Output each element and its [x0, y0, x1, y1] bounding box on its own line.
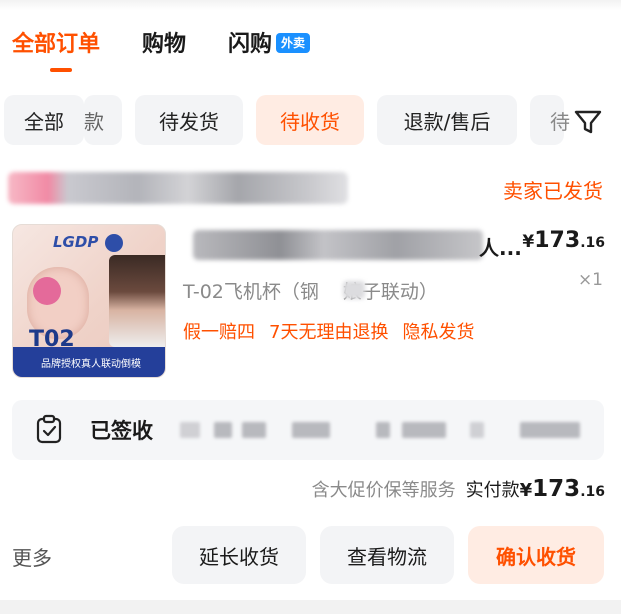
view-logistics-button[interactable]: 查看物流	[320, 526, 454, 584]
service-tags: 假一赔四 7天无理由退换 隐私发货	[183, 318, 488, 344]
tab-flash-buy[interactable]: 闪购 外卖	[228, 30, 311, 60]
spec-blur-mask	[343, 281, 365, 299]
bottom-divider	[0, 600, 621, 614]
clipboard-check-icon	[36, 414, 62, 444]
takeout-badge: 外卖	[276, 33, 311, 53]
more-button[interactable]: 更多	[12, 542, 52, 571]
funnel-icon[interactable]	[573, 107, 603, 137]
product-title-blurred[interactable]	[193, 230, 483, 260]
thumbnail-brand: LGDP	[53, 233, 99, 251]
thumbnail-strip-text: 品牌授权真人联动倒模	[41, 359, 141, 370]
product-spec: T-02飞机杯（钢 娘子联动）	[183, 277, 438, 304]
extend-receipt-button[interactable]: 延长收货	[172, 526, 306, 584]
brand-logo-icon	[105, 234, 123, 252]
main-tabs: 全部订单 购物 闪购 外卖	[12, 30, 352, 74]
top-fade	[0, 0, 621, 10]
product-label-icon	[33, 277, 61, 305]
paid-currency: ¥	[519, 480, 533, 501]
chip-partial-left[interactable]: 款	[84, 95, 122, 145]
product-thumbnail[interactable]: LGDP T02 品牌授权真人联动倒模	[12, 224, 166, 378]
logistics-bar[interactable]: 已签收	[12, 400, 604, 460]
paid-decimal: .16	[580, 484, 605, 500]
confirm-receipt-button[interactable]: 确认收货	[468, 526, 604, 584]
paid-label: 实付款	[465, 480, 520, 501]
order-totals: 含大促价保等服务 实付款 ¥173.16	[312, 476, 605, 502]
chip-all[interactable]: 全部	[4, 95, 84, 145]
chip-refund-aftersale[interactable]: 退款/售后	[377, 95, 517, 145]
chip-awaiting-shipment[interactable]: 待发货	[135, 95, 243, 145]
service-tag-7day-return: 7天无理由退换	[269, 322, 389, 343]
portrait-image	[109, 255, 165, 347]
product-price: ¥173.16	[522, 228, 605, 253]
shop-name-blurred[interactable]	[8, 172, 348, 204]
chip-partial-right[interactable]: 待	[530, 95, 570, 145]
chip-awaiting-receipt[interactable]: 待收货	[256, 95, 364, 145]
price-currency: ¥	[522, 232, 535, 252]
service-tag-fake-compensation: 假一赔四	[183, 322, 255, 343]
service-tag-private-shipping: 隐私发货	[402, 322, 475, 343]
logistics-status: 已签收	[90, 419, 153, 443]
product-quantity: ×1	[577, 270, 603, 290]
price-integer: 173	[534, 228, 581, 253]
tab-shopping[interactable]: 购物	[142, 30, 186, 60]
filter-chips: 全部 款 待发货 待收货 退款/售后 待	[0, 95, 621, 145]
spec-left: T-02飞机杯（钢	[183, 281, 319, 303]
price-decimal: .16	[580, 235, 605, 251]
logistics-detail-blurred	[180, 422, 600, 438]
tab-flash-buy-label: 闪购	[228, 32, 273, 57]
paid-integer: 173	[532, 476, 581, 502]
tab-all-orders[interactable]: 全部订单	[12, 30, 100, 72]
order-status: 卖家已发货	[503, 179, 603, 203]
price-protection-note: 含大促价保等服务	[311, 480, 456, 501]
product-title-tail[interactable]: 人...	[479, 232, 522, 261]
